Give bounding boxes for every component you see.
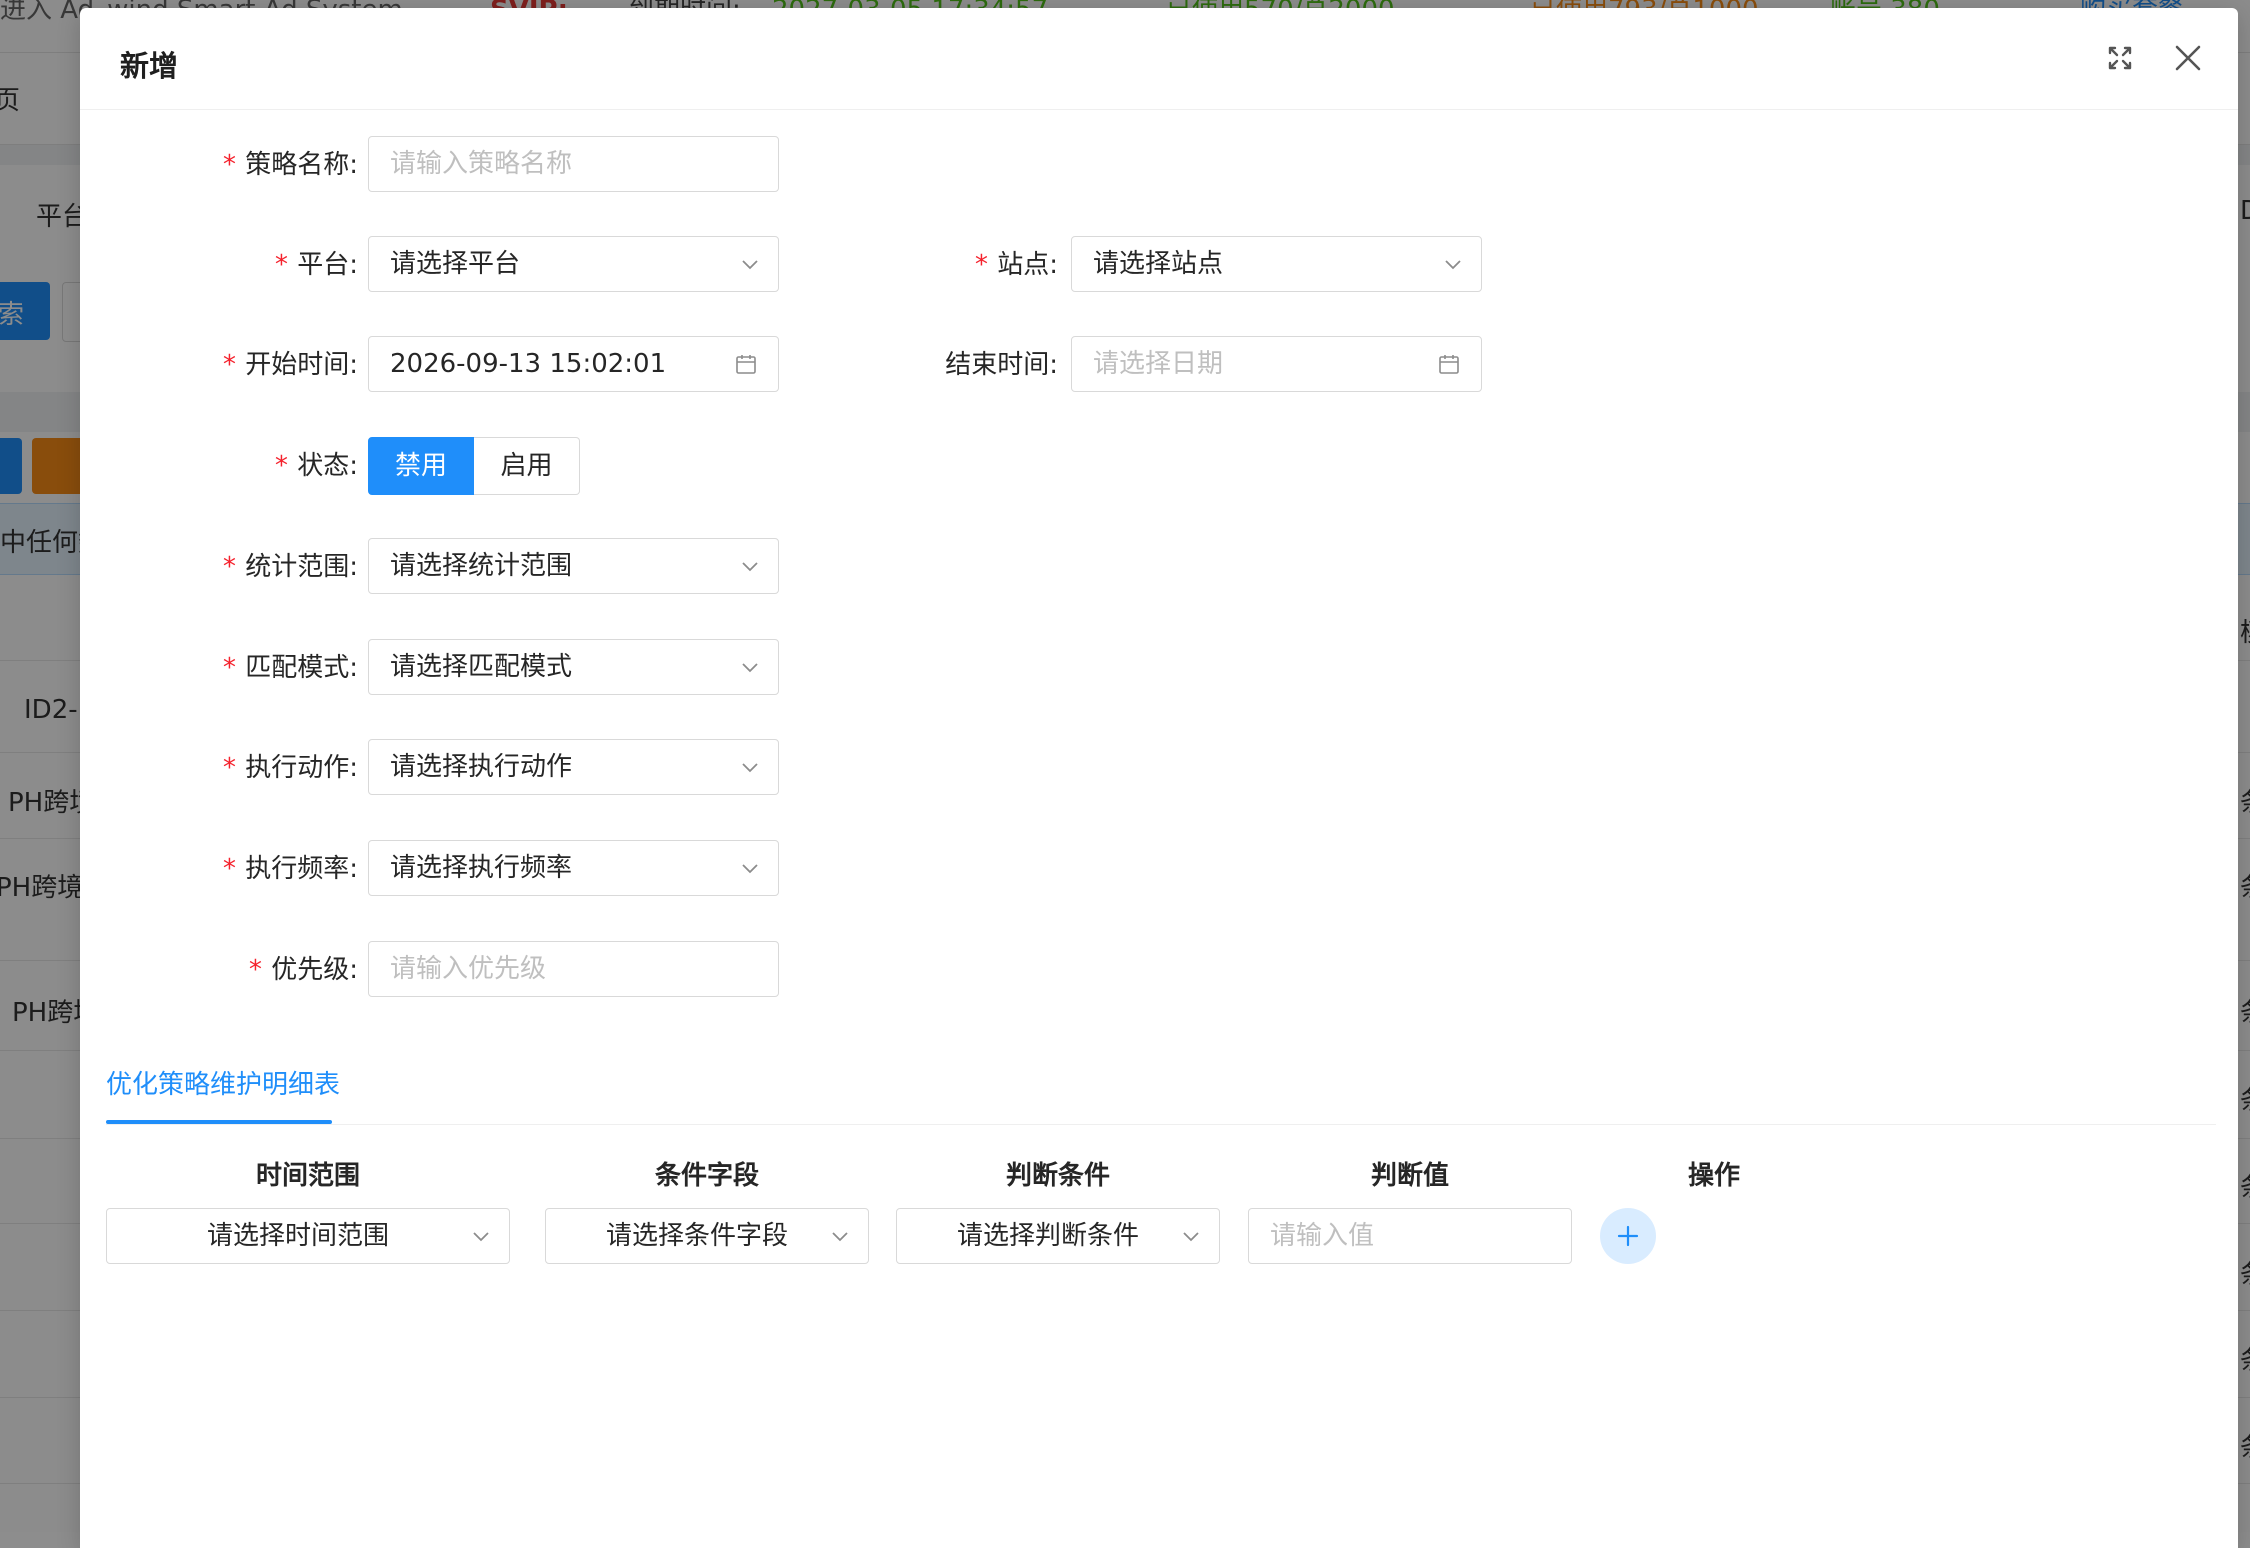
calendar-icon bbox=[736, 355, 756, 374]
chevron-down-icon bbox=[832, 1232, 848, 1242]
end-time-label: 结束时间: bbox=[945, 350, 1058, 380]
modal-header: 新增 bbox=[80, 8, 2238, 110]
match-mode-value: 请选择匹配模式 bbox=[390, 652, 573, 682]
platform-select[interactable]: 请选择平台 bbox=[368, 236, 779, 292]
frequency-select[interactable]: 请选择执行频率 bbox=[368, 840, 779, 896]
header-time-range: 时间范围 bbox=[255, 1161, 360, 1191]
chevron-down-icon bbox=[742, 864, 758, 874]
status-option-enabled[interactable]: 启用 bbox=[474, 437, 580, 495]
add-strategy-modal: 新增 * 策略名称: 请输入策略名称 * 平台: 请选择平台 * 站点: 请选择… bbox=[80, 8, 2238, 1548]
judge-value-placeholder: 请输入值 bbox=[1270, 1221, 1375, 1251]
site-select[interactable]: 请选择站点 bbox=[1071, 236, 1482, 292]
status-label: * 状态: bbox=[273, 451, 358, 481]
frequency-value: 请选择执行频率 bbox=[390, 853, 573, 883]
chevron-down-icon bbox=[1445, 260, 1461, 270]
chevron-down-icon bbox=[742, 260, 758, 270]
status-option-disabled[interactable]: 禁用 bbox=[368, 437, 474, 495]
tab-detail-table[interactable]: 优化策略维护明细表 bbox=[106, 1064, 340, 1101]
add-row-button[interactable] bbox=[1600, 1208, 1656, 1264]
match-mode-select[interactable]: 请选择匹配模式 bbox=[368, 639, 779, 695]
header-operation: 操作 bbox=[1688, 1161, 1741, 1191]
site-select-value: 请选择站点 bbox=[1093, 249, 1224, 279]
condition-field-select[interactable]: 请选择条件字段 bbox=[545, 1208, 869, 1264]
priority-input[interactable]: 请输入优先级 bbox=[368, 941, 779, 997]
modal-title: 新增 bbox=[120, 49, 179, 83]
plus-icon bbox=[1617, 1225, 1639, 1247]
status-radio-group: 禁用 启用 bbox=[368, 437, 580, 495]
strategy-name-placeholder: 请输入策略名称 bbox=[390, 149, 573, 179]
strategy-name-label: * 策略名称: bbox=[221, 150, 358, 180]
header-condition-field: 条件字段 bbox=[654, 1161, 759, 1191]
strategy-name-input[interactable]: 请输入策略名称 bbox=[368, 136, 779, 192]
frequency-label: * 执行频率: bbox=[221, 854, 358, 884]
stat-scope-label: * 统计范围: bbox=[221, 552, 358, 582]
start-time-label: * 开始时间: bbox=[221, 350, 358, 380]
priority-placeholder: 请输入优先级 bbox=[390, 954, 547, 984]
tab-divider bbox=[106, 1124, 2216, 1125]
judge-condition-value: 请选择判断条件 bbox=[956, 1221, 1139, 1251]
action-label: * 执行动作: bbox=[221, 753, 358, 783]
end-time-picker[interactable]: 请选择日期 bbox=[1071, 336, 1482, 392]
chevron-down-icon bbox=[1183, 1232, 1199, 1242]
chevron-down-icon bbox=[742, 562, 758, 572]
start-time-picker[interactable]: 2026-09-13 15:02:01 bbox=[368, 336, 779, 392]
time-range-value: 请选择时间范围 bbox=[206, 1221, 389, 1251]
start-time-value: 2026-09-13 15:02:01 bbox=[390, 349, 667, 379]
match-mode-label: * 匹配模式: bbox=[221, 653, 358, 683]
stat-scope-select[interactable]: 请选择统计范围 bbox=[368, 538, 779, 594]
close-icon[interactable] bbox=[2168, 38, 2208, 78]
judge-condition-select[interactable]: 请选择判断条件 bbox=[896, 1208, 1220, 1264]
platform-label: * 平台: bbox=[273, 250, 358, 280]
stat-scope-value: 请选择统计范围 bbox=[390, 551, 573, 581]
action-select[interactable]: 请选择执行动作 bbox=[368, 739, 779, 795]
chevron-down-icon bbox=[742, 763, 758, 773]
judge-value-input[interactable]: 请输入值 bbox=[1248, 1208, 1572, 1264]
platform-select-value: 请选择平台 bbox=[390, 249, 521, 279]
chevron-down-icon bbox=[473, 1232, 489, 1242]
condition-field-value: 请选择条件字段 bbox=[605, 1221, 788, 1251]
header-judge-condition: 判断条件 bbox=[1005, 1161, 1110, 1191]
chevron-down-icon bbox=[742, 663, 758, 673]
header-judge-value: 判断值 bbox=[1370, 1161, 1449, 1191]
priority-label: * 优先级: bbox=[247, 955, 358, 985]
fullscreen-icon[interactable] bbox=[2100, 38, 2140, 78]
site-label: * 站点: bbox=[973, 250, 1058, 280]
calendar-icon bbox=[1439, 355, 1459, 374]
end-time-placeholder: 请选择日期 bbox=[1093, 349, 1224, 379]
action-value: 请选择执行动作 bbox=[390, 752, 573, 782]
time-range-select[interactable]: 请选择时间范围 bbox=[106, 1208, 510, 1264]
